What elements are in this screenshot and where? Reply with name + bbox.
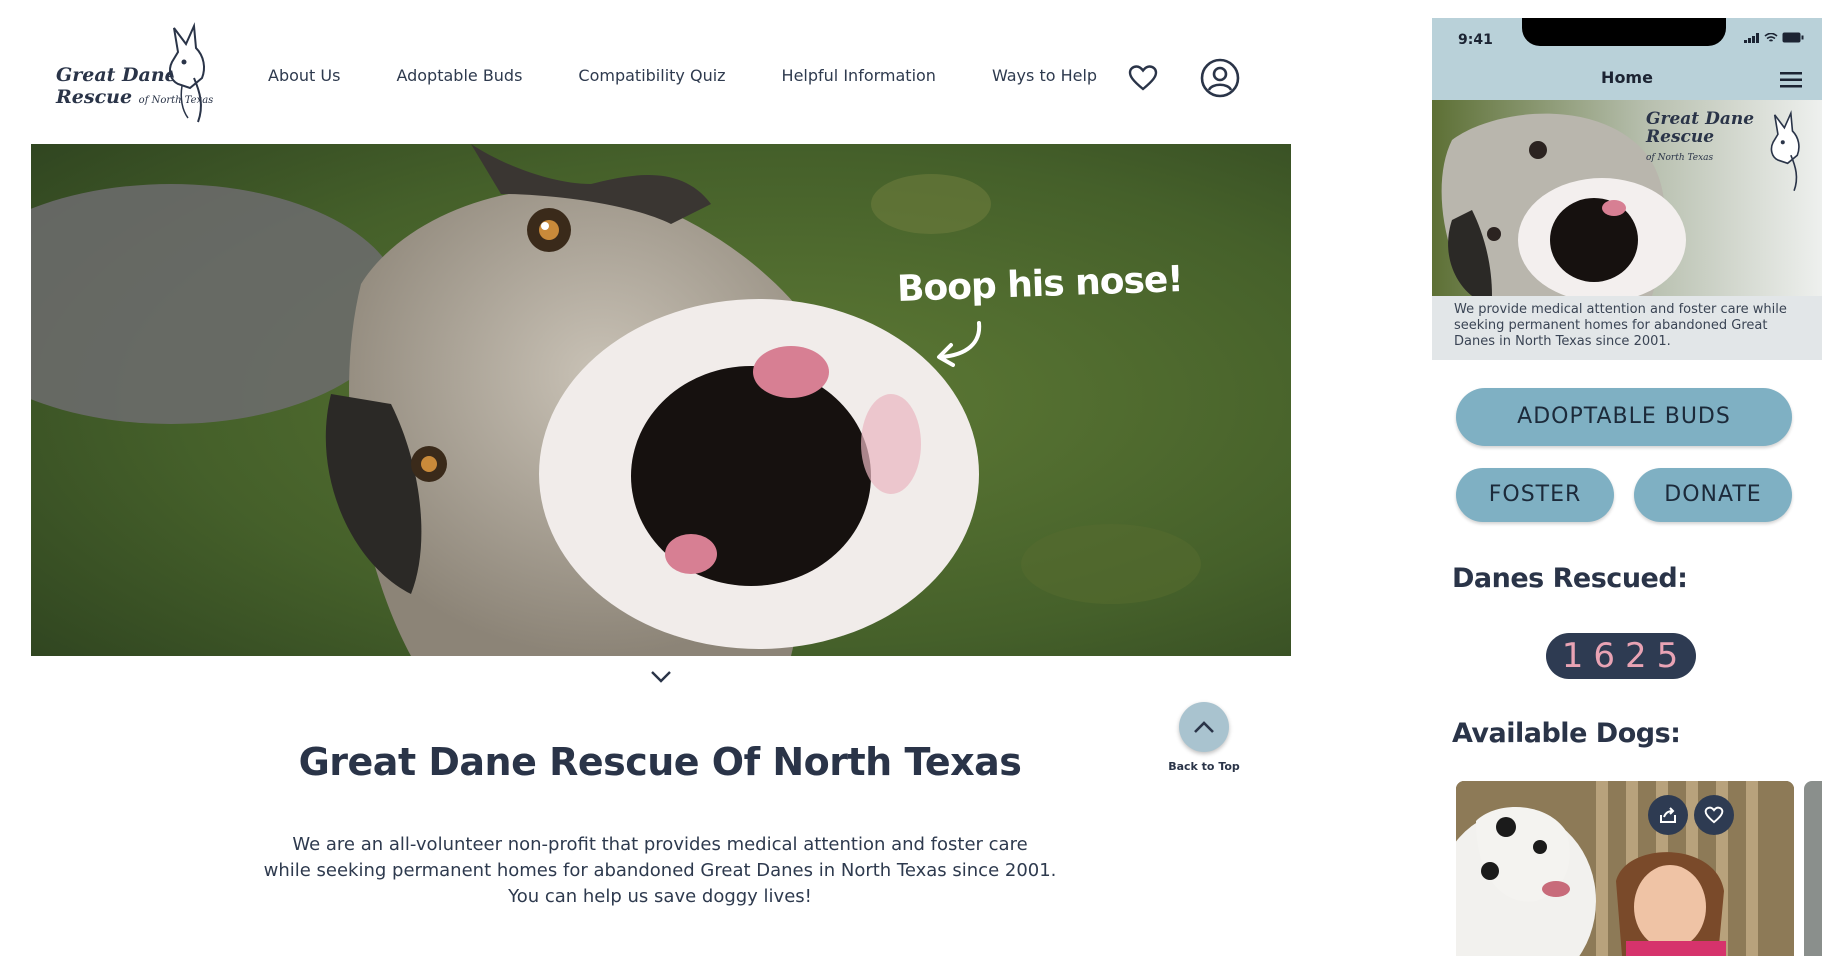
favorite-button[interactable]: [1694, 795, 1734, 835]
great-dane-logo-icon: [1770, 110, 1800, 192]
donate-button[interactable]: DONATE: [1634, 468, 1792, 522]
chevron-up-icon: [1194, 721, 1214, 733]
hamburger-icon[interactable]: [1780, 72, 1802, 88]
dog-card[interactable]: [1456, 781, 1794, 956]
share-icon: [1660, 807, 1676, 823]
nav-helpful-information[interactable]: Helpful Information: [782, 66, 936, 85]
great-dane-logo-icon: [168, 22, 205, 123]
nav-compatibility-quiz[interactable]: Compatibility Quiz: [578, 66, 725, 85]
danes-rescued-heading: Danes Rescued:: [1452, 563, 1688, 594]
curved-arrow-icon: [937, 321, 982, 367]
user-circle-icon[interactable]: [1200, 58, 1240, 98]
battery-icon: [1782, 32, 1804, 43]
nav-adoptable-buds[interactable]: Adoptable Buds: [396, 66, 522, 85]
mission-statement: We are an all-volunteer non-profit that …: [263, 834, 1057, 907]
site-logo[interactable]: Great Dane Rescue of North Texas: [56, 22, 216, 130]
page-title: Great Dane Rescue Of North Texas: [298, 740, 1022, 784]
heart-icon: [1704, 806, 1724, 824]
nav-ways-to-help[interactable]: Ways to Help: [992, 66, 1097, 85]
mobile-logo-wordmark: Great Dane Rescue of North Texas: [1646, 109, 1755, 163]
hero-dog-photo: [31, 144, 1291, 656]
foster-button[interactable]: FOSTER: [1456, 468, 1614, 522]
nav-about-us[interactable]: About Us: [268, 66, 340, 85]
main-nav: About Us Adoptable Buds Compatibility Qu…: [268, 66, 1153, 85]
mobile-hero-caption: We provide medical attention and foster …: [1432, 296, 1822, 360]
next-dog-card[interactable]: [1804, 781, 1822, 956]
mobile-homepage: 9:41 Home Great Dane Rescue of North Tex…: [1432, 18, 1822, 956]
heart-icon[interactable]: [1128, 64, 1158, 92]
dog-card-photo: [1456, 781, 1794, 956]
status-time: 9:41: [1458, 32, 1493, 48]
hero-image: Boop his nose!: [31, 144, 1291, 656]
desktop-homepage: Great Dane Rescue of North Texas About U…: [0, 0, 1320, 956]
status-icons: [1744, 32, 1804, 43]
danes-rescued-counter: 1625: [1546, 633, 1696, 679]
share-button[interactable]: [1648, 795, 1688, 835]
device-notch: [1522, 18, 1726, 46]
adoptable-buds-button[interactable]: ADOPTABLE BUDS: [1456, 388, 1792, 446]
mobile-page-title: Home: [1601, 68, 1653, 87]
signal-icon: [1744, 32, 1759, 43]
chevron-down-icon[interactable]: [650, 670, 672, 684]
wifi-icon: [1764, 32, 1778, 42]
available-dogs-heading: Available Dogs:: [1452, 718, 1681, 749]
mobile-hero-image: Great Dane Rescue of North Texas: [1432, 100, 1822, 296]
mobile-header: Home: [1432, 56, 1822, 100]
